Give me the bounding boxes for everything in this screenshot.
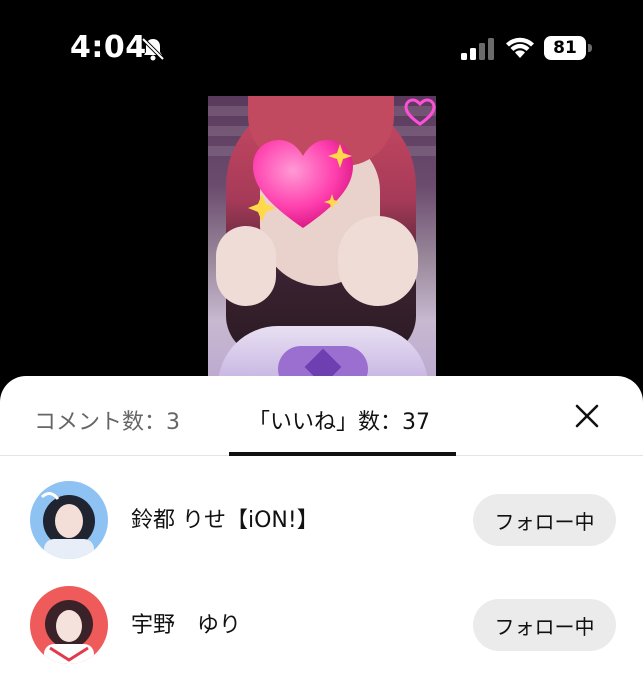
tab-bar: コメント数：3 「いいね」数：37 xyxy=(0,376,643,456)
battery-level: 81 xyxy=(544,36,586,60)
user-name[interactable]: 宇野 ゆり xyxy=(131,607,241,639)
screen: 4:04 81 コメント数：3 「いいね」数：37 鈴都 りせ【iON!】 フォ… xyxy=(0,0,643,680)
avatar[interactable] xyxy=(30,481,108,559)
heart-sparkle-sticker-icon xyxy=(248,140,353,228)
close-icon[interactable] xyxy=(573,402,601,430)
person-hand-left xyxy=(216,226,276,306)
video-thumbnail[interactable] xyxy=(208,96,436,396)
active-tab-indicator xyxy=(229,452,456,456)
user-row[interactable]: 鈴都 りせ【iON!】 フォロー中 xyxy=(0,468,643,568)
avatar[interactable] xyxy=(30,586,108,664)
wifi-icon xyxy=(506,37,534,58)
tab-comments[interactable]: コメント数：3 xyxy=(34,404,180,436)
status-bar: 4:04 81 xyxy=(0,0,643,96)
bell-slash-icon xyxy=(141,37,165,61)
tab-likes[interactable]: 「いいね」数：37 xyxy=(248,404,430,436)
battery-tip xyxy=(588,44,592,52)
following-button[interactable]: フォロー中 xyxy=(473,599,616,651)
cellular-signal-icon xyxy=(461,38,494,60)
user-row[interactable]: 宇野 ゆり フォロー中 xyxy=(0,573,643,673)
battery-icon: 81 xyxy=(544,36,592,60)
status-time: 4:04 xyxy=(70,30,147,65)
neon-heart-icon xyxy=(404,98,436,126)
user-name[interactable]: 鈴都 りせ【iON!】 xyxy=(131,502,319,534)
following-button[interactable]: フォロー中 xyxy=(473,494,616,546)
likes-bottom-sheet: コメント数：3 「いいね」数：37 鈴都 りせ【iON!】 フォロー中 宇野 ゆ… xyxy=(0,376,643,680)
avatar-image xyxy=(30,586,108,664)
avatar-image xyxy=(30,481,108,559)
